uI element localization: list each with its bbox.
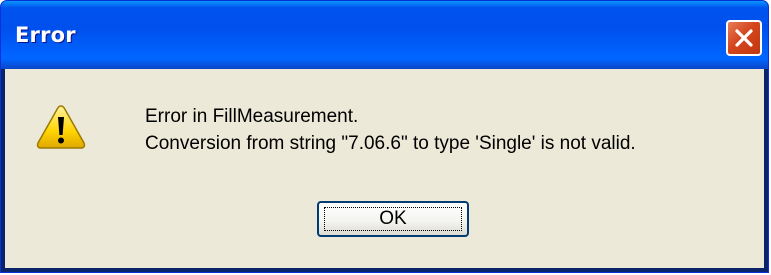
close-x-icon xyxy=(735,29,753,47)
error-message-line-1: Error in FillMeasurement. xyxy=(145,106,359,127)
dialog-body: Error in FillMeasurement. Conversion fro… xyxy=(5,69,764,268)
warning-icon xyxy=(36,105,86,149)
error-message: Error in FillMeasurement. Conversion fro… xyxy=(145,103,636,157)
title-bar[interactable]: Error xyxy=(1,1,768,69)
ok-button[interactable]: OK xyxy=(317,201,469,237)
ok-focus-rect: OK xyxy=(324,207,462,231)
error-dialog: Error Error in FillMeasurement. Conversi… xyxy=(0,0,769,273)
window-title: Error xyxy=(15,23,76,47)
error-message-line-2: Conversion from string "7.06.6" to type … xyxy=(145,133,636,154)
ok-button-label: OK xyxy=(379,208,407,229)
close-button[interactable] xyxy=(726,20,762,56)
